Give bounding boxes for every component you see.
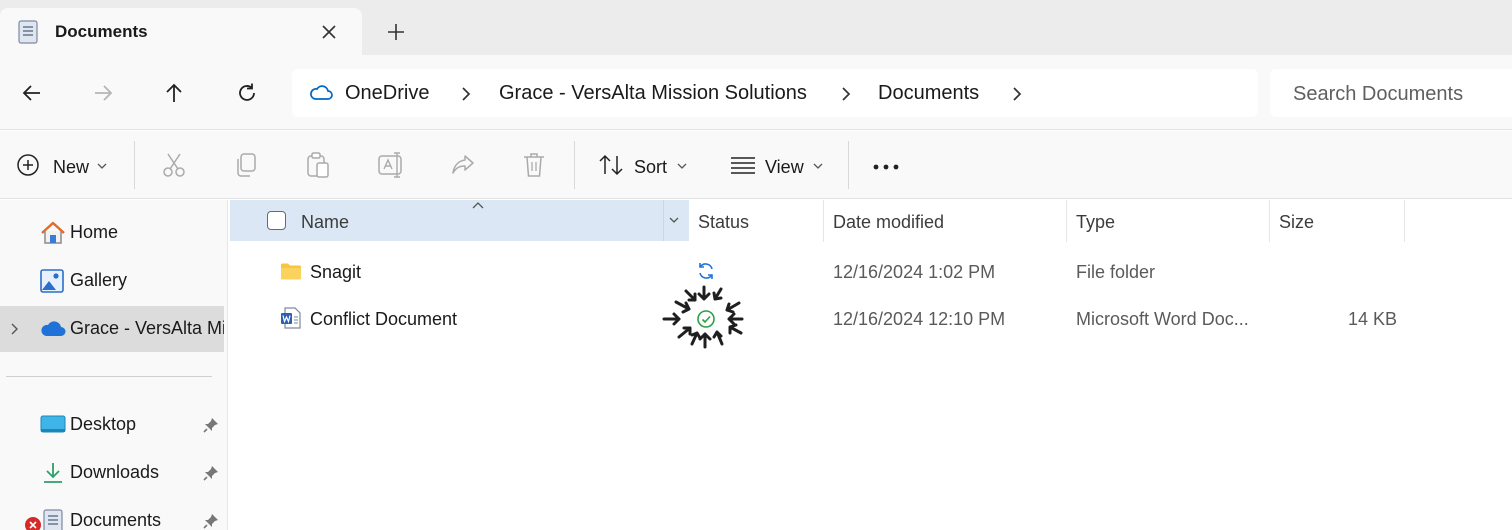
- pin-icon[interactable]: [202, 512, 220, 530]
- folder-icon: [280, 260, 302, 282]
- divider: [848, 141, 849, 189]
- file-size: 14 KB: [1348, 309, 1398, 329]
- gallery-icon: [40, 269, 66, 293]
- new-label: New: [53, 157, 90, 177]
- tab-documents[interactable]: Documents: [0, 8, 362, 55]
- chevron-down-icon: [97, 162, 107, 170]
- breadcrumb-item-grace[interactable]: Grace - VersAlta Mission Solutions: [499, 82, 807, 105]
- sidebar-item-label: Gallery: [70, 270, 128, 290]
- sort-arrows-icon: [598, 153, 624, 181]
- document-icon: [18, 20, 38, 44]
- address-bar[interactable]: OneDrive Grace - VersAlta Mission Soluti…: [292, 69, 1258, 117]
- chevron-down-icon: [813, 162, 823, 170]
- sidebar-item-onedrive-grace[interactable]: Grace - VersAlta Mission Solutions: [0, 306, 224, 352]
- tab-strip: Documents: [0, 0, 1512, 55]
- file-date: 12/16/2024 1:02 PM: [833, 262, 996, 282]
- chevron-right-icon[interactable]: [459, 85, 473, 103]
- documents-icon: [40, 509, 66, 530]
- tab-title: Documents: [55, 22, 148, 41]
- column-header-date[interactable]: Date modified: [833, 212, 944, 233]
- paste-icon[interactable]: [305, 151, 331, 179]
- column-header-name[interactable]: Name: [230, 200, 689, 241]
- chevron-right-icon[interactable]: [839, 85, 853, 103]
- file-type: Microsoft Word Doc...: [1076, 309, 1249, 329]
- file-type: File folder: [1076, 262, 1156, 282]
- breadcrumb-item-documents[interactable]: Documents: [878, 82, 979, 105]
- divider: [134, 141, 135, 189]
- new-tab-icon[interactable]: [384, 20, 408, 44]
- column-header-size[interactable]: Size: [1279, 212, 1314, 233]
- back-arrow-icon[interactable]: [20, 81, 44, 105]
- delete-icon[interactable]: [522, 151, 546, 179]
- breadcrumb-item-onedrive[interactable]: OneDrive: [345, 82, 429, 105]
- attention-arrows-icon: [660, 282, 758, 352]
- search-input[interactable]: Search Documents: [1270, 69, 1512, 117]
- cut-icon[interactable]: [161, 151, 187, 179]
- column-header-label: Name: [301, 212, 350, 232]
- new-button[interactable]: New: [10, 141, 125, 189]
- sidebar-item-label: Documents: [70, 510, 162, 530]
- pin-icon[interactable]: [202, 416, 220, 434]
- chevron-down-icon: [677, 162, 687, 170]
- view-label: View: [765, 157, 804, 177]
- forward-arrow-icon[interactable]: [91, 81, 115, 105]
- column-header-row: Name Status Date modified Type Size: [230, 200, 1512, 242]
- column-header-status[interactable]: Status: [698, 212, 749, 233]
- sidebar-item-label: Downloads: [70, 462, 160, 482]
- sort-button[interactable]: Sort: [590, 141, 700, 189]
- sort-label: Sort: [634, 157, 668, 177]
- chevron-down-icon[interactable]: [668, 216, 680, 225]
- chevron-right-icon[interactable]: [1010, 85, 1024, 103]
- file-name: Snagit: [310, 262, 362, 282]
- chevron-right-icon[interactable]: [10, 322, 20, 336]
- pin-icon[interactable]: [202, 464, 220, 482]
- cloud-icon: [309, 83, 333, 103]
- file-name: Conflict Document: [310, 309, 458, 329]
- sidebar-item-label: Grace - VersAlta Mission Solutions: [70, 318, 224, 338]
- sidebar-item-downloads[interactable]: Downloads: [0, 450, 228, 496]
- address-row: OneDrive Grace - VersAlta Mission Soluti…: [0, 55, 1512, 130]
- divider: [6, 376, 212, 377]
- command-bar: New Sort View: [0, 131, 1512, 199]
- sidebar-item-label: Home: [70, 222, 119, 242]
- desktop-icon: [40, 413, 66, 437]
- view-button[interactable]: View: [722, 141, 837, 189]
- file-date: 12/16/2024 12:10 PM: [833, 309, 1006, 329]
- home-icon: [40, 221, 66, 245]
- word-document-icon: [280, 307, 302, 329]
- up-arrow-icon[interactable]: [162, 81, 186, 105]
- plus-circle-icon: [16, 153, 40, 181]
- rename-icon[interactable]: [377, 151, 405, 179]
- sidebar-item-label: Desktop: [70, 414, 137, 434]
- sidebar-item-home[interactable]: Home: [0, 210, 228, 256]
- divider: [574, 141, 575, 189]
- more-options-icon[interactable]: [872, 155, 900, 183]
- file-row[interactable]: Conflict Document 12/16/2024 12:10 PM Mi…: [230, 285, 1512, 349]
- column-header-type[interactable]: Type: [1076, 212, 1115, 233]
- share-icon[interactable]: [450, 151, 476, 179]
- sidebar-item-desktop[interactable]: Desktop: [0, 402, 228, 448]
- sidebar-item-documents[interactable]: Documents: [0, 498, 228, 530]
- sort-ascending-icon: [471, 200, 485, 210]
- view-lines-icon: [730, 155, 756, 183]
- refresh-icon[interactable]: [235, 81, 259, 105]
- download-icon: [40, 461, 66, 485]
- onedrive-cloud-icon: [40, 317, 66, 341]
- sync-pending-icon: [696, 261, 716, 281]
- file-row[interactable]: Snagit 12/16/2024 1:02 PM File folder: [230, 249, 1512, 295]
- navigation-pane: Home Gallery Grace - VersAlta Mission So…: [0, 200, 228, 530]
- sidebar-item-gallery[interactable]: Gallery: [0, 258, 228, 304]
- select-all-checkbox[interactable]: [267, 211, 286, 230]
- close-icon[interactable]: [318, 21, 340, 43]
- search-placeholder: Search Documents: [1293, 83, 1464, 105]
- copy-icon[interactable]: [233, 151, 259, 179]
